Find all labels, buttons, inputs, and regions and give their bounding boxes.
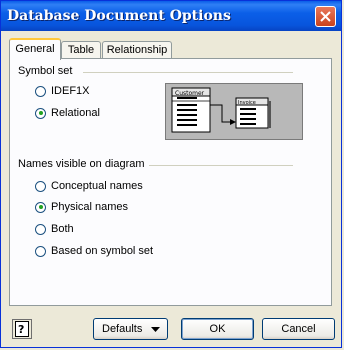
window-title: Database Document Options	[7, 8, 231, 24]
cancel-button[interactable]: Cancel	[262, 318, 335, 340]
radio-physical-names[interactable]: Physical names	[35, 201, 128, 213]
help-icon: ?	[15, 321, 29, 337]
defaults-button-label: Defaults	[102, 323, 143, 335]
radio-physical-names-label: Physical names	[51, 201, 129, 213]
radio-both-label: Both	[51, 223, 74, 235]
dropdown-arrow-icon	[151, 327, 160, 332]
defaults-button[interactable]: Defaults	[93, 318, 168, 340]
radio-based-on-symbol-set-label: Based on symbol set	[51, 245, 154, 257]
close-button[interactable]	[315, 6, 336, 27]
names-visible-divider	[149, 165, 293, 166]
help-button[interactable]: ?	[12, 319, 32, 339]
radio-conceptual-names-label: Conceptual names	[51, 180, 143, 192]
relational-diagram-icon: Customer Invoice	[171, 87, 271, 133]
svg-text:?: ?	[18, 323, 24, 336]
radio-conceptual-names-circle[interactable]	[35, 180, 46, 192]
radio-based-on-symbol-set-circle[interactable]	[35, 245, 46, 257]
preview-table-customer: Customer	[175, 90, 205, 97]
radio-relational-circle[interactable]	[35, 107, 46, 119]
radio-idef1x[interactable]: IDEF1X	[35, 85, 90, 97]
title-bar[interactable]: Database Document Options	[1, 1, 341, 31]
tab-general[interactable]: General	[9, 38, 61, 60]
radio-both[interactable]: Both	[35, 223, 74, 235]
radio-idef1x-label: IDEF1X	[51, 85, 90, 97]
dialog-window: Database Document Options General Table …	[0, 0, 342, 348]
symbol-set-label: Symbol set	[18, 65, 73, 77]
symbol-preview-image: Customer Invoice	[165, 83, 303, 140]
radio-idef1x-circle[interactable]	[35, 85, 46, 97]
radio-relational[interactable]: Relational	[35, 107, 100, 119]
preview-table-invoice: Invoice	[238, 100, 256, 106]
radio-based-on-symbol-set[interactable]: Based on symbol set	[35, 245, 153, 257]
symbol-set-divider	[83, 72, 293, 73]
tab-table[interactable]: Table	[61, 41, 101, 59]
radio-physical-names-circle[interactable]	[35, 201, 46, 213]
ok-button[interactable]: OK	[181, 318, 254, 340]
radio-both-circle[interactable]	[35, 223, 46, 235]
radio-conceptual-names[interactable]: Conceptual names	[35, 180, 143, 192]
tab-relationship[interactable]: Relationship	[102, 41, 172, 59]
close-icon	[320, 11, 331, 22]
names-visible-label: Names visible on diagram	[18, 158, 145, 170]
radio-relational-label: Relational	[51, 107, 100, 119]
